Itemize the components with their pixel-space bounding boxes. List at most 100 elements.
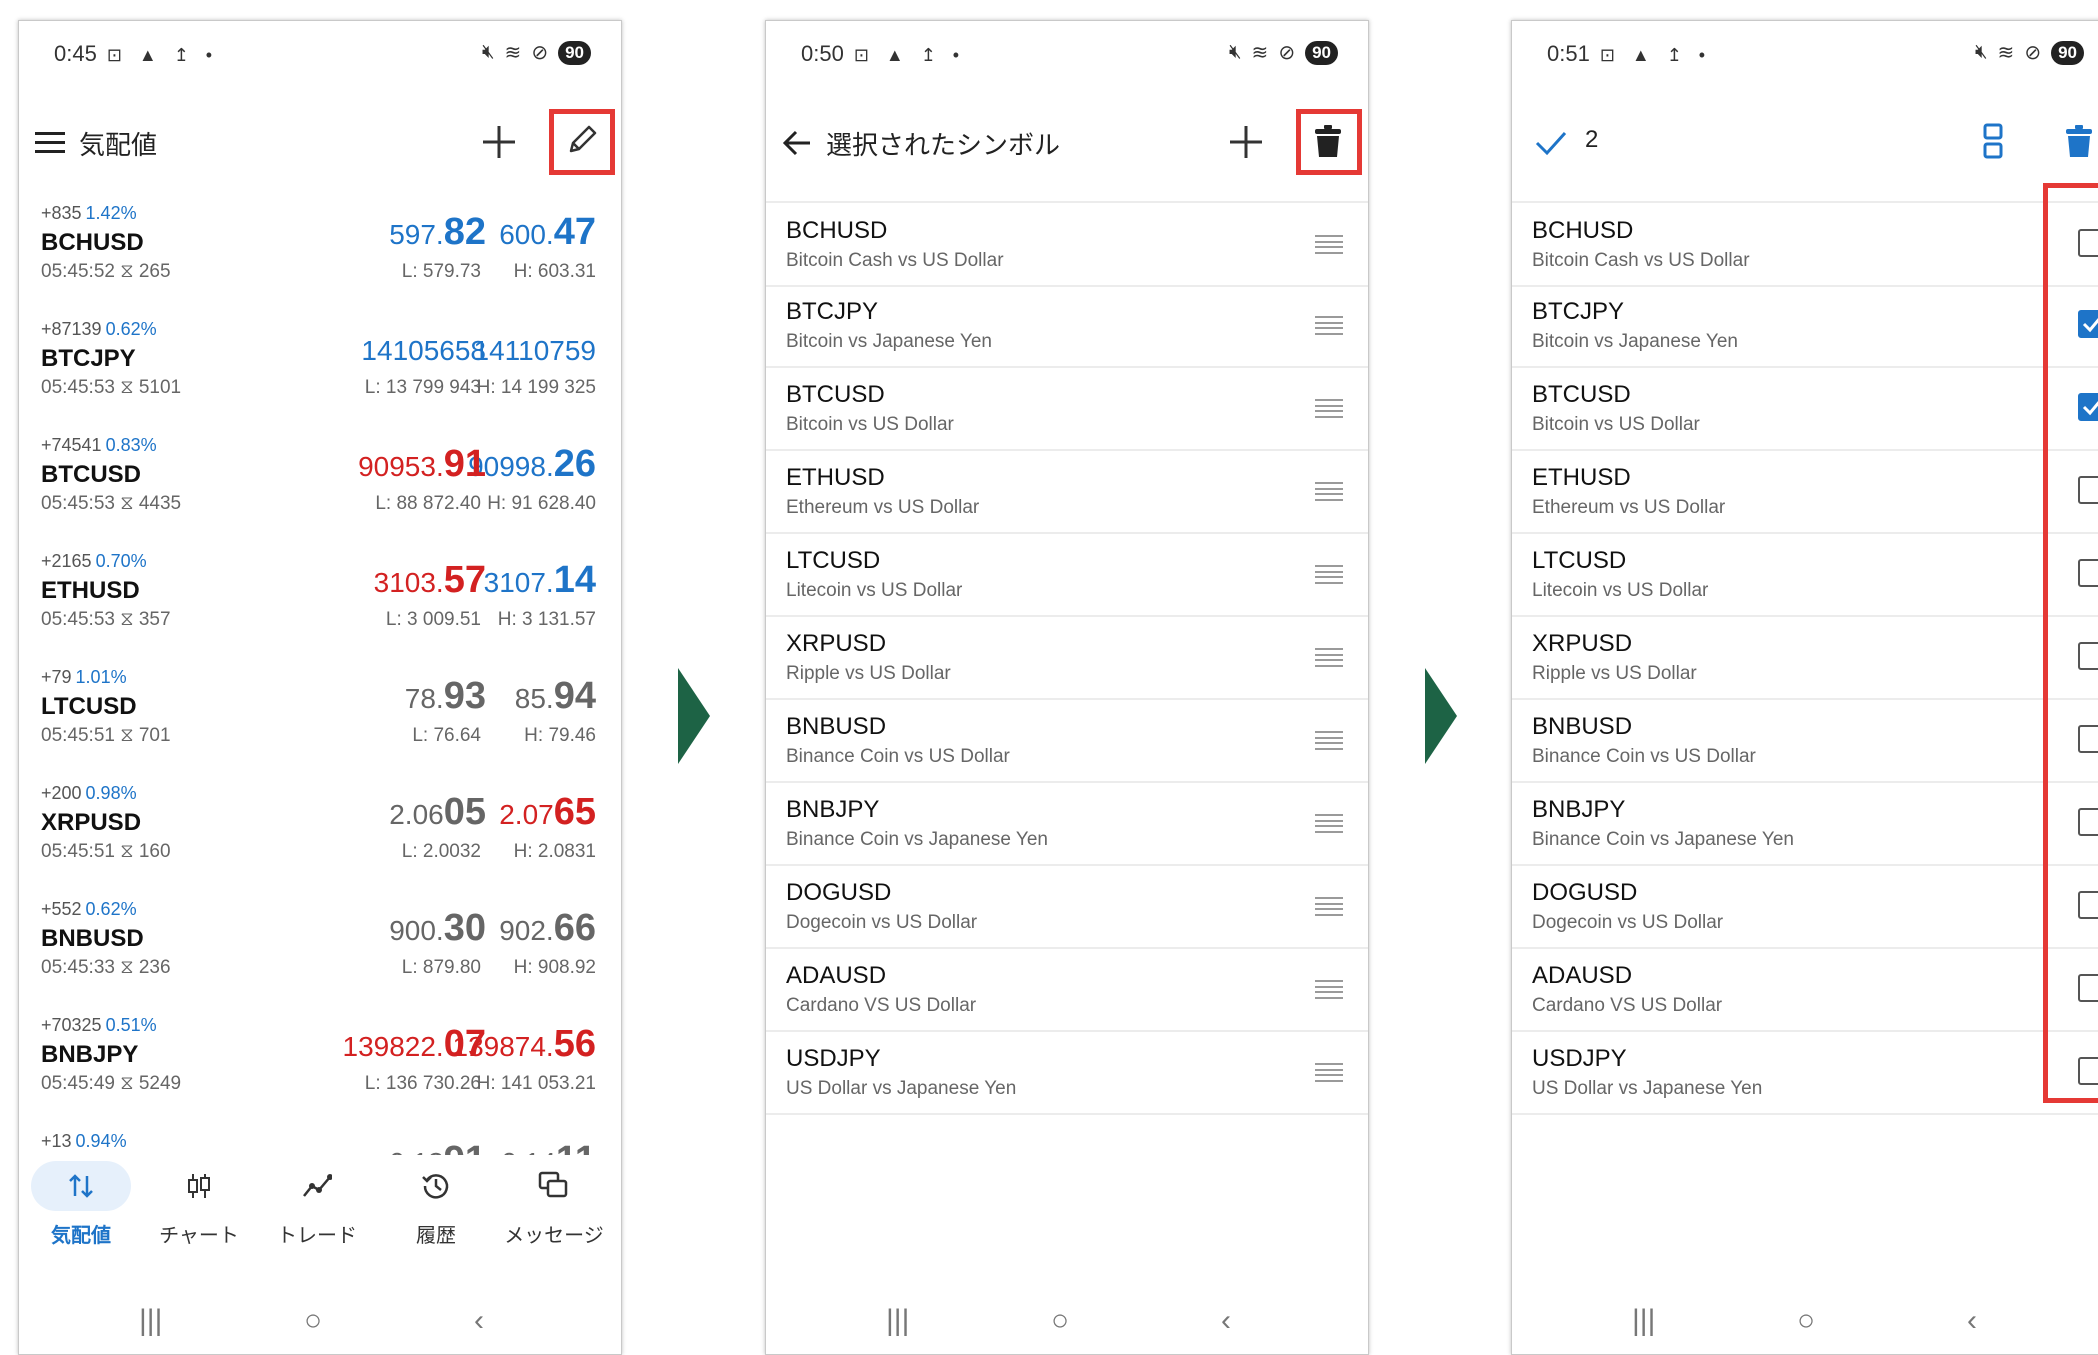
drag-handle-icon[interactable] [1315, 1063, 1343, 1082]
ask-price-main: 2.07 [499, 799, 554, 830]
nav-item-chat[interactable]: メッセージ [494, 1161, 614, 1248]
change-percent: 1.01% [75, 667, 127, 687]
symbol-row[interactable]: BNBJPY Binance Coin vs Japanese Yen [1512, 782, 2098, 866]
symbol-description: Bitcoin vs US Dollar [786, 414, 954, 435]
bid-price-main: 597. [389, 219, 444, 250]
battery-icon: 90 [1305, 40, 1338, 65]
dnd-icon: ⊘ [1278, 42, 1296, 64]
trash-icon[interactable] [2065, 125, 2093, 159]
symbol-row[interactable]: ETHUSD Ethereum vs US Dollar [1512, 450, 2098, 534]
drag-handle-icon[interactable] [1315, 980, 1343, 999]
drag-handle-icon[interactable] [1315, 731, 1343, 750]
back-icon[interactable]: ‹ [1221, 1304, 1231, 1338]
ask-price-main: 902. [499, 915, 554, 946]
quote-row[interactable]: +2165 0.70% ETHUSD 05:45:53 ⧖ 357 3107.14 310… [19, 551, 621, 667]
recent-apps-icon[interactable]: ||| [886, 1304, 909, 1338]
bid-price: 14105658 [361, 327, 486, 370]
symbol-row[interactable]: ADAUSD Cardano VS US Dollar [766, 948, 1368, 1032]
symbol-row[interactable]: USDJPY US Dollar vs Japanese Yen [766, 1031, 1368, 1115]
drag-handle-icon[interactable] [1315, 565, 1343, 584]
symbol-row[interactable]: XRPUSD Ripple vs US Dollar [1512, 616, 2098, 700]
change-percent: 0.70% [95, 551, 147, 571]
ask-price-pips: 26 [553, 443, 596, 485]
bid-price: 597.82 [389, 211, 486, 254]
symbol-row[interactable]: ETHUSD Ethereum vs US Dollar [766, 450, 1368, 534]
ask-price-pips: 66 [553, 907, 596, 949]
symbol-row[interactable]: BTCUSD Bitcoin vs US Dollar [766, 367, 1368, 451]
home-icon[interactable]: ○ [304, 1304, 322, 1338]
symbol-row[interactable]: BNBUSD Binance Coin vs US Dollar [1512, 699, 2098, 783]
symbol-row[interactable]: DOGUSD Dogecoin vs US Dollar [766, 865, 1368, 949]
nav-item-history[interactable]: 履歴 [376, 1161, 496, 1248]
nav-item-candlestick[interactable]: チャート [139, 1161, 259, 1248]
symbol-row[interactable]: BNBJPY Binance Coin vs Japanese Yen [766, 782, 1368, 866]
quote-row[interactable]: +200 0.98% XRPUSD 05:45:51 ⧖ 160 2.0765 2.060… [19, 783, 621, 899]
status-time: 0:50 ⊡ ▲ ↥ • [801, 41, 966, 66]
back-icon[interactable]: ‹ [474, 1304, 484, 1338]
symbol-row[interactable]: USDJPY US Dollar vs Japanese Yen [1512, 1031, 2098, 1115]
quote-change: +74541 0.83% [41, 435, 157, 456]
quote-row[interactable]: +70325 0.51% BNBJPY 05:45:49 ⧖ 5249 139874.5… [19, 1015, 621, 1131]
symbol-name: XRPUSD [1532, 630, 1633, 657]
back-arrow-icon[interactable] [782, 129, 812, 157]
recent-apps-icon[interactable]: ||| [139, 1304, 162, 1338]
home-icon[interactable]: ○ [1051, 1304, 1069, 1338]
dnd-icon: ⊘ [531, 42, 549, 64]
drag-handle-icon[interactable] [1315, 648, 1343, 667]
recent-apps-icon[interactable]: ||| [1632, 1304, 1655, 1338]
bid-price-pips: 91 [443, 443, 486, 485]
symbol-row[interactable]: BCHUSD Bitcoin Cash vs US Dollar [1512, 201, 2098, 287]
quote-time-spread: 05:45:51 ⧖ 701 [41, 725, 171, 746]
symbol-row[interactable]: BTCJPY Bitcoin vs Japanese Yen [1512, 284, 2098, 368]
symbol-row[interactable]: DOGUSD Dogecoin vs US Dollar [1512, 865, 2098, 949]
symbol-row[interactable]: LTCUSD Litecoin vs US Dollar [1512, 533, 2098, 617]
symbol-select-list: BCHUSD Bitcoin Cash vs US Dollar BTCJPY Bit… [1512, 201, 2098, 1115]
check-icon[interactable] [1534, 129, 1568, 157]
drag-handle-icon[interactable] [1315, 399, 1343, 418]
quote-row[interactable]: +835 1.42% BCHUSD 05:45:52 ⧖ 265 600.47 597.8… [19, 203, 621, 319]
ask-price-pips: 94 [553, 675, 596, 717]
drag-handle-icon[interactable] [1315, 897, 1343, 916]
add-icon[interactable] [482, 125, 516, 159]
symbol-row[interactable]: LTCUSD Litecoin vs US Dollar [766, 533, 1368, 617]
drag-handle-icon[interactable] [1315, 814, 1343, 833]
quote-row[interactable]: +552 0.62% BNBUSD 05:45:33 ⧖ 236 902.66 900.3… [19, 899, 621, 1015]
quote-row[interactable]: +79 1.01% LTCUSD 05:45:51 ⧖ 701 85.94 78.93 L:… [19, 667, 621, 783]
quote-row[interactable]: +87139 0.62% BTCJPY 05:45:53 ⧖ 5101 14110759… [19, 319, 621, 435]
symbol-row[interactable]: BTCUSD Bitcoin vs US Dollar [1512, 367, 2098, 451]
ask-price-pips: 14 [553, 559, 596, 601]
symbol-name: BTCUSD [1532, 381, 1631, 408]
home-icon[interactable]: ○ [1797, 1304, 1815, 1338]
status-bar: 0:51 ⊡ ▲ ↥ • 🔇︎ ≋ ⊘ 90 [1512, 21, 2098, 91]
add-icon[interactable] [1229, 125, 1263, 159]
menu-icon[interactable] [35, 131, 65, 155]
symbol-row[interactable]: BCHUSD Bitcoin Cash vs US Dollar [766, 201, 1368, 287]
bid-price-pips: 30 [443, 907, 486, 949]
nav-label: チャート [159, 1225, 239, 1247]
back-icon[interactable]: ‹ [1967, 1304, 1977, 1338]
symbol-description: Cardano VS US Dollar [1532, 995, 1723, 1016]
nav-item-updown-arrows[interactable]: 気配値 [21, 1161, 141, 1248]
high-price: H: 14 199 325 [476, 377, 596, 398]
symbol-row[interactable]: ADAUSD Cardano VS US Dollar [1512, 948, 2098, 1032]
symbol-description: Binance Coin vs US Dollar [1532, 746, 1756, 767]
drag-handle-icon[interactable] [1315, 316, 1343, 335]
quote-change: +79 1.01% [41, 667, 127, 688]
high-price: H: 141 053.21 [476, 1073, 596, 1094]
symbol-row[interactable]: BTCJPY Bitcoin vs Japanese Yen [766, 284, 1368, 368]
symbol-row[interactable]: BNBUSD Binance Coin vs US Dollar [766, 699, 1368, 783]
high-price: H: 79.46 [524, 725, 596, 746]
drag-handle-icon[interactable] [1315, 235, 1343, 254]
quote-row[interactable]: +130.94%DOGUSD0.14110.1391 [19, 1131, 621, 1155]
flow-arrow-icon [678, 668, 710, 764]
drag-handle-icon[interactable] [1315, 482, 1343, 501]
app-bar: 2 [1512, 101, 2098, 181]
change-percent: 0.51% [105, 1015, 157, 1035]
quote-row[interactable]: +74541 0.83% BTCUSD 05:45:53 ⧖ 4435 90998.26… [19, 435, 621, 551]
status-bar: 0:50 ⊡ ▲ ↥ • 🔇︎ ≋ ⊘ 90 [766, 21, 1368, 91]
symbol-row[interactable]: XRPUSD Ripple vs US Dollar [766, 616, 1368, 700]
nav-item-trend-line[interactable]: トレード [257, 1161, 377, 1248]
symbol-name: ETHUSD [786, 464, 885, 491]
bid-price: 900.30 [389, 907, 486, 950]
select-all-icon[interactable] [1983, 123, 2003, 159]
